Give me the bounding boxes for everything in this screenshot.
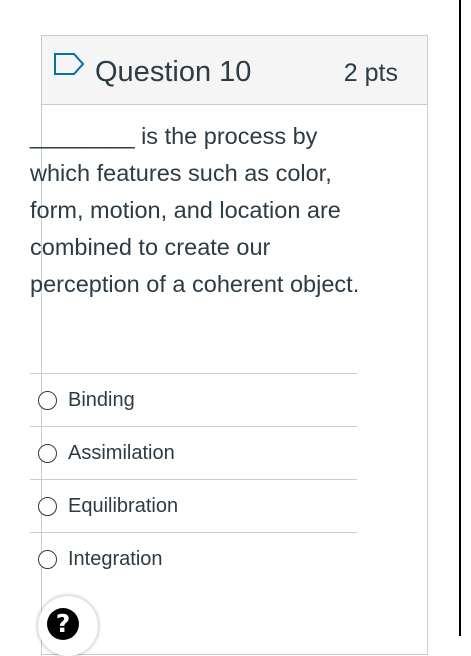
answer-option-assimilation[interactable]: Assimilation — [30, 426, 357, 479]
question-header: Question 10 2 pts — [42, 36, 427, 105]
question-points: 2 pts — [343, 59, 398, 87]
answer-option-binding[interactable]: Binding — [30, 373, 357, 426]
flag-outline-icon[interactable] — [53, 52, 85, 76]
question-mark-icon[interactable]: ? — [47, 608, 79, 640]
answer-label[interactable]: Assimilation — [68, 441, 175, 465]
question-text: ________ is the process by which feature… — [30, 123, 360, 297]
radio-button[interactable] — [38, 550, 57, 569]
radio-button[interactable] — [38, 497, 57, 516]
answer-label[interactable]: Equilibration — [68, 494, 178, 518]
answer-list: Binding Assimilation Equilibration Integ… — [30, 373, 357, 585]
answer-label[interactable]: Binding — [68, 388, 135, 412]
radio-button[interactable] — [38, 444, 57, 463]
page-edge-divider — [459, 0, 461, 636]
radio-button[interactable] — [38, 391, 57, 410]
question-title: Question 10 — [95, 56, 252, 88]
help-button[interactable]: ? — [38, 596, 98, 656]
answer-option-integration[interactable]: Integration — [30, 532, 357, 585]
answer-label[interactable]: Integration — [68, 547, 163, 571]
answer-option-equilibration[interactable]: Equilibration — [30, 479, 357, 532]
